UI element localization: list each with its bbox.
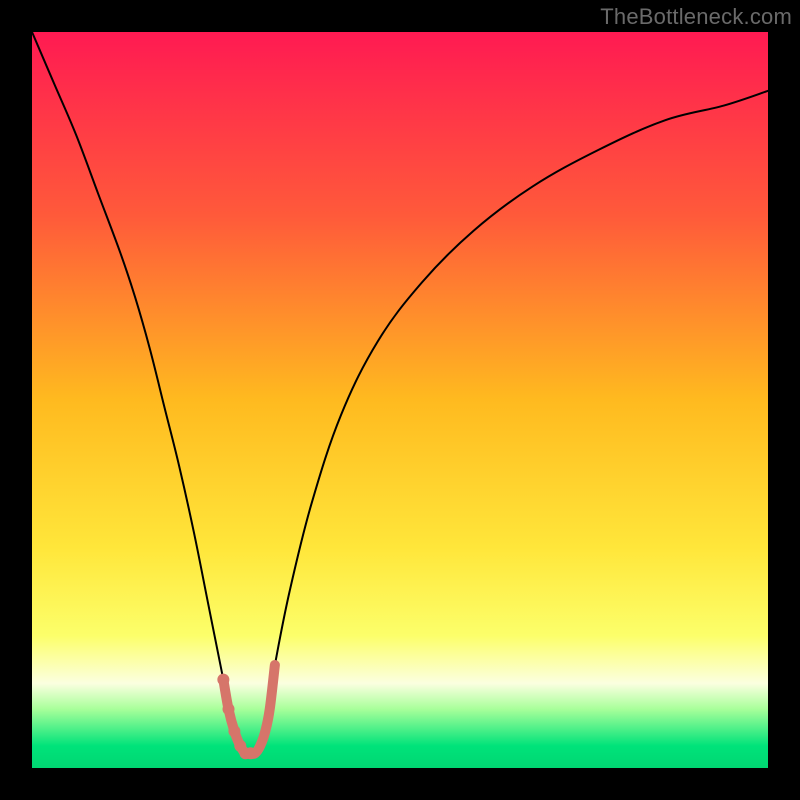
highlight-point bbox=[245, 747, 257, 759]
highlight-point bbox=[228, 725, 240, 737]
plot-area bbox=[32, 32, 768, 768]
chart-svg bbox=[32, 32, 768, 768]
chart-frame: TheBottleneck.com bbox=[0, 0, 800, 800]
chart-background bbox=[32, 32, 768, 768]
watermark-text: TheBottleneck.com bbox=[600, 4, 792, 30]
highlight-point bbox=[223, 703, 235, 715]
highlight-point bbox=[217, 674, 229, 686]
